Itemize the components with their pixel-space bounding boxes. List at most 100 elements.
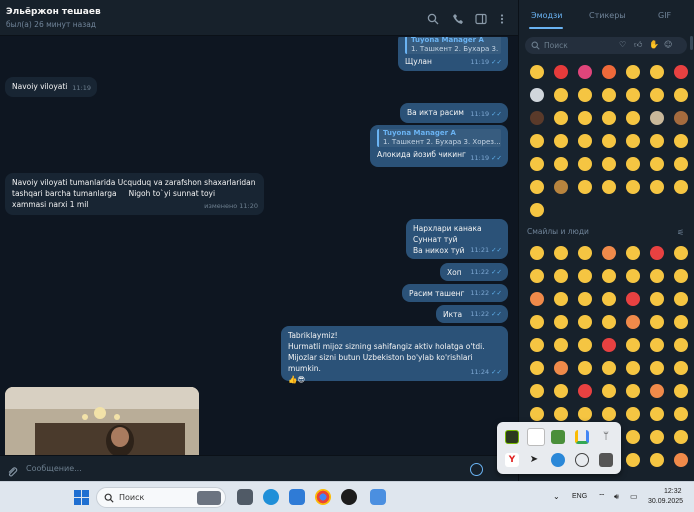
- emoji-item[interactable]: [621, 241, 645, 264]
- emoji-item[interactable]: [597, 333, 621, 356]
- emoji-item[interactable]: [525, 264, 549, 287]
- emoji-item[interactable]: [525, 83, 549, 106]
- emoji-item[interactable]: [645, 241, 669, 264]
- emoji-item[interactable]: [621, 106, 645, 129]
- emoji-item[interactable]: [525, 356, 549, 379]
- emoji-item[interactable]: [573, 83, 597, 106]
- emoji-item[interactable]: [573, 356, 597, 379]
- message-outgoing[interactable]: Tabriklaymiz! Hurmatli mijoz sizning sah…: [281, 326, 508, 384]
- emoji-icon[interactable]: [470, 463, 483, 476]
- emoji-item[interactable]: [525, 333, 549, 356]
- dislike-filter-icon[interactable]: ✋: [649, 40, 659, 49]
- emoji-item[interactable]: [573, 60, 597, 83]
- emoji-item[interactable]: [525, 287, 549, 310]
- emoji-item[interactable]: [621, 448, 645, 471]
- store-icon[interactable]: [289, 489, 305, 505]
- panel-scrollbar[interactable]: [690, 36, 693, 50]
- emoji-item[interactable]: [525, 310, 549, 333]
- task-view-icon[interactable]: [237, 489, 253, 505]
- emoji-item[interactable]: [621, 175, 645, 198]
- emoji-item[interactable]: [621, 264, 645, 287]
- emoji-item[interactable]: [573, 379, 597, 402]
- clock-time[interactable]: 12:32: [664, 488, 682, 495]
- message-outgoing[interactable]: Нархлари канака Суннат туй Ва никох туй …: [406, 219, 508, 259]
- more-filter-icon[interactable]: ☺: [664, 40, 672, 49]
- emoji-item[interactable]: [621, 356, 645, 379]
- emoji-item[interactable]: [621, 379, 645, 402]
- taskbar-search[interactable]: Поиск: [96, 487, 226, 508]
- emoji-item[interactable]: [525, 152, 549, 175]
- emoji-item[interactable]: [669, 264, 693, 287]
- start-button[interactable]: [74, 490, 89, 505]
- emoji-item[interactable]: [669, 425, 693, 448]
- message-outgoing[interactable]: Ва икта расим 11:19 ✓✓: [400, 103, 508, 123]
- emoji-item[interactable]: [573, 152, 597, 175]
- emoji-item[interactable]: [525, 379, 549, 402]
- phone-icon[interactable]: [451, 12, 465, 26]
- update-icon[interactable]: [551, 453, 565, 467]
- emoji-item[interactable]: [525, 241, 549, 264]
- volume-icon[interactable]: 🔊︎: [614, 492, 619, 502]
- emoji-item[interactable]: [669, 60, 693, 83]
- emoji-item[interactable]: [549, 129, 573, 152]
- emoji-item[interactable]: [645, 448, 669, 471]
- emoji-item[interactable]: [645, 287, 669, 310]
- emoji-item[interactable]: [597, 241, 621, 264]
- emoji-item[interactable]: [621, 152, 645, 175]
- emoji-search-input[interactable]: Поиск ♡ 👍︎ ✋ ☺: [525, 37, 687, 54]
- emoji-item[interactable]: [573, 241, 597, 264]
- emoji-item[interactable]: [549, 60, 573, 83]
- emoji-item[interactable]: [645, 356, 669, 379]
- emoji-item[interactable]: [573, 129, 597, 152]
- emoji-item[interactable]: [645, 310, 669, 333]
- emoji-item[interactable]: [549, 83, 573, 106]
- usb-icon[interactable]: ᛘ: [599, 430, 613, 444]
- emoji-item[interactable]: [645, 175, 669, 198]
- emoji-item[interactable]: [669, 106, 693, 129]
- emoji-item[interactable]: [549, 264, 573, 287]
- emoji-item[interactable]: [669, 333, 693, 356]
- tab-gif[interactable]: GIF: [658, 11, 671, 20]
- emoji-item[interactable]: [525, 198, 549, 221]
- tab-stickers[interactable]: Стикеры: [589, 11, 626, 20]
- message-incoming[interactable]: Navoiy viloyati tumanlarida Ucquduq va z…: [5, 173, 264, 215]
- heart-filter-icon[interactable]: ♡: [619, 40, 626, 49]
- app-icon[interactable]: [341, 489, 357, 505]
- emoji-item[interactable]: [669, 152, 693, 175]
- emoji-item[interactable]: [621, 60, 645, 83]
- emoji-item[interactable]: [597, 287, 621, 310]
- tray-app-icon[interactable]: [599, 453, 613, 467]
- message-list[interactable]: Tuyona Manager A 1. Ташкент 2. Бухара 3.…: [0, 37, 518, 455]
- edge-icon[interactable]: [263, 489, 279, 505]
- emoji-item[interactable]: [597, 83, 621, 106]
- photo-message[interactable]: [5, 387, 199, 455]
- tab-emoji[interactable]: Эмодзи: [531, 11, 563, 20]
- emoji-item[interactable]: [573, 106, 597, 129]
- app-icon[interactable]: [527, 428, 545, 446]
- emoji-item[interactable]: [597, 379, 621, 402]
- emoji-item[interactable]: [549, 287, 573, 310]
- emoji-item[interactable]: [645, 425, 669, 448]
- vpn-icon[interactable]: [575, 453, 589, 467]
- emoji-item[interactable]: [597, 129, 621, 152]
- like-filter-icon[interactable]: 👍︎: [634, 40, 642, 50]
- reply-quote[interactable]: Tuyona Manager A 1. Ташкент 2. Бухара 3.…: [377, 129, 501, 147]
- emoji-item[interactable]: [645, 129, 669, 152]
- message-outgoing[interactable]: Tuyona Manager A 1. Ташкент 2. Бухара 3.…: [398, 37, 508, 71]
- emoji-item[interactable]: [669, 310, 693, 333]
- emoji-item[interactable]: [621, 425, 645, 448]
- emoji-item[interactable]: [573, 175, 597, 198]
- emoji-item[interactable]: [621, 402, 645, 425]
- emoji-item[interactable]: [549, 310, 573, 333]
- emoji-item[interactable]: [669, 448, 693, 471]
- language-indicator[interactable]: ENG: [572, 493, 587, 500]
- battery-icon[interactable]: ▭: [630, 492, 638, 501]
- emoji-item[interactable]: [669, 402, 693, 425]
- emoji-item[interactable]: [669, 241, 693, 264]
- yandex-icon[interactable]: Y: [505, 453, 519, 467]
- emoji-item[interactable]: [645, 264, 669, 287]
- google-drive-icon[interactable]: [551, 430, 565, 444]
- emoji-item[interactable]: [645, 379, 669, 402]
- emoji-item[interactable]: [621, 333, 645, 356]
- emoji-item[interactable]: [645, 60, 669, 83]
